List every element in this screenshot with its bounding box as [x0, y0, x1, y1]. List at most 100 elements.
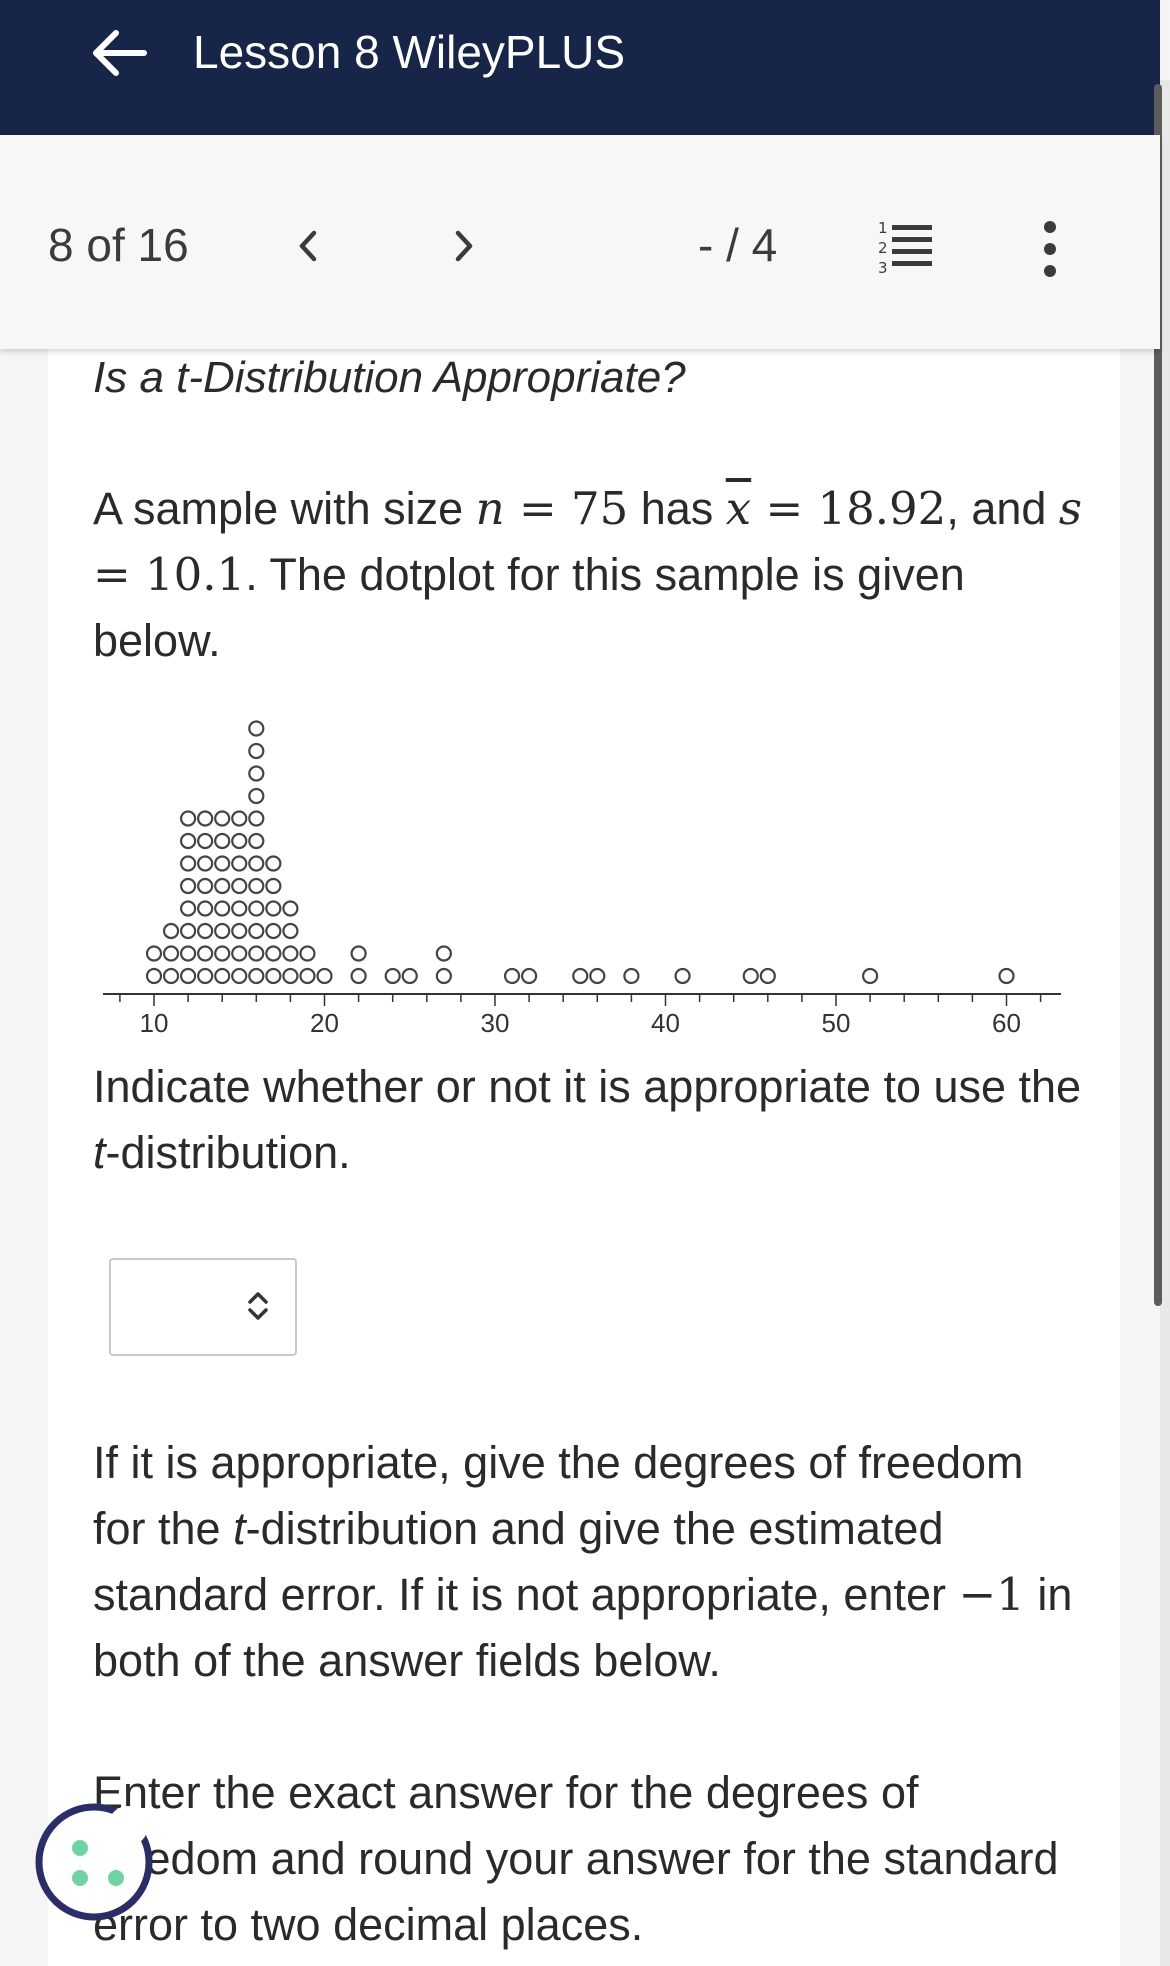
- x-tick-label: 60: [992, 1008, 1021, 1038]
- dot: [231, 945, 248, 962]
- x-tick-label: 10: [140, 1008, 169, 1038]
- svg-text:3: 3: [878, 259, 888, 277]
- dot: [248, 787, 265, 805]
- dot: [162, 945, 180, 962]
- dot: [214, 945, 231, 962]
- dot: [179, 922, 197, 940]
- up-down-chevron-icon: [248, 1292, 268, 1320]
- dot: [299, 967, 316, 985]
- dotplot-chart: 10 20 30 40 50 60: [103, 720, 1061, 1038]
- x-tick-label: 20: [310, 1008, 339, 1038]
- dot: [742, 967, 759, 985]
- dot: [265, 945, 282, 962]
- dot: [435, 945, 452, 962]
- dot: [282, 900, 299, 917]
- question-intro: A sample with size n = 75 has x = 18.92,…: [93, 482, 1083, 666]
- dot: [197, 945, 214, 962]
- dot: [248, 922, 265, 940]
- dot: [179, 832, 197, 850]
- dot: [265, 855, 282, 872]
- dot: [197, 810, 214, 827]
- dot: [197, 922, 214, 940]
- dot: [197, 855, 214, 872]
- dot: [162, 967, 180, 985]
- app-header: Lesson 8 WileyPLUS: [0, 0, 1160, 135]
- rounding-instruction: Enter the exact answer for the degrees o…: [93, 1767, 1059, 1950]
- indicate-instruction: Indicate whether or not it is appropriat…: [93, 1061, 1082, 1178]
- dot: [861, 967, 879, 985]
- dot: [759, 967, 776, 985]
- dot: [248, 945, 265, 962]
- dot: [214, 810, 231, 827]
- dot: [572, 967, 589, 985]
- more-options-icon[interactable]: [1030, 215, 1070, 285]
- x-tick-label: 30: [481, 1008, 510, 1038]
- dot: [179, 877, 197, 895]
- question-list-icon[interactable]: 1 2 3: [868, 215, 938, 281]
- svg-text:2: 2: [878, 239, 888, 257]
- dot: [179, 900, 197, 917]
- dot: [214, 900, 231, 917]
- dot: [197, 832, 214, 850]
- page-title: Lesson 8 WileyPLUS: [193, 26, 626, 78]
- dot: [384, 967, 401, 985]
- dot: [214, 832, 231, 850]
- dot: [282, 922, 299, 940]
- score-display: - / 4: [698, 219, 778, 271]
- dot: [248, 720, 265, 737]
- dot: [214, 967, 231, 985]
- dot: [674, 967, 691, 985]
- question-nav-bar: 8 of 16 - / 4 1 2 3: [0, 135, 1160, 349]
- dot: [623, 967, 640, 985]
- page-counter: 8 of 16: [48, 219, 189, 271]
- dot: [248, 900, 265, 917]
- dot: [316, 967, 333, 985]
- dot: [282, 945, 299, 962]
- dot: [350, 945, 367, 962]
- dot: [265, 900, 282, 917]
- dot: [231, 832, 248, 850]
- dot: [248, 810, 265, 827]
- dot: [998, 967, 1015, 985]
- dot: [214, 877, 231, 895]
- dot: [248, 742, 265, 760]
- dot: [299, 945, 316, 962]
- dot: [197, 967, 214, 985]
- dot: [231, 922, 248, 940]
- dot: [589, 967, 606, 985]
- dot: [231, 877, 248, 895]
- dot: [248, 855, 265, 872]
- dot: [214, 855, 231, 872]
- dot: [248, 832, 265, 850]
- dot: [248, 765, 265, 782]
- dot: [231, 855, 248, 872]
- question-title: Is a t-Distribution Appropriate?: [93, 353, 686, 402]
- dot: [282, 967, 299, 985]
- back-arrow-icon[interactable]: [90, 28, 150, 78]
- dot: [521, 967, 538, 985]
- dot: [401, 967, 418, 985]
- dot: [231, 967, 248, 985]
- dot: [231, 810, 248, 827]
- previous-question-button[interactable]: [290, 221, 326, 271]
- next-question-button[interactable]: [446, 221, 482, 271]
- dot: [248, 877, 265, 895]
- dot: [248, 967, 265, 985]
- dot: [265, 922, 282, 940]
- dot: [214, 922, 231, 940]
- chat-bubble-icon[interactable]: [34, 1802, 154, 1922]
- dot: [179, 945, 197, 962]
- dot: [265, 967, 282, 985]
- dot: [179, 810, 197, 827]
- appropriate-select[interactable]: [109, 1258, 297, 1356]
- dot: [145, 967, 163, 985]
- dot: [435, 967, 452, 985]
- df-se-instruction: If it is appropriate, give the degrees o…: [93, 1437, 1073, 1686]
- dot: [231, 900, 248, 917]
- dot: [503, 967, 521, 985]
- dot: [350, 967, 367, 985]
- dot: [179, 967, 197, 985]
- x-tick-label: 40: [651, 1008, 680, 1038]
- dot: [197, 900, 214, 917]
- list-icon-numbers: 1: [878, 219, 888, 237]
